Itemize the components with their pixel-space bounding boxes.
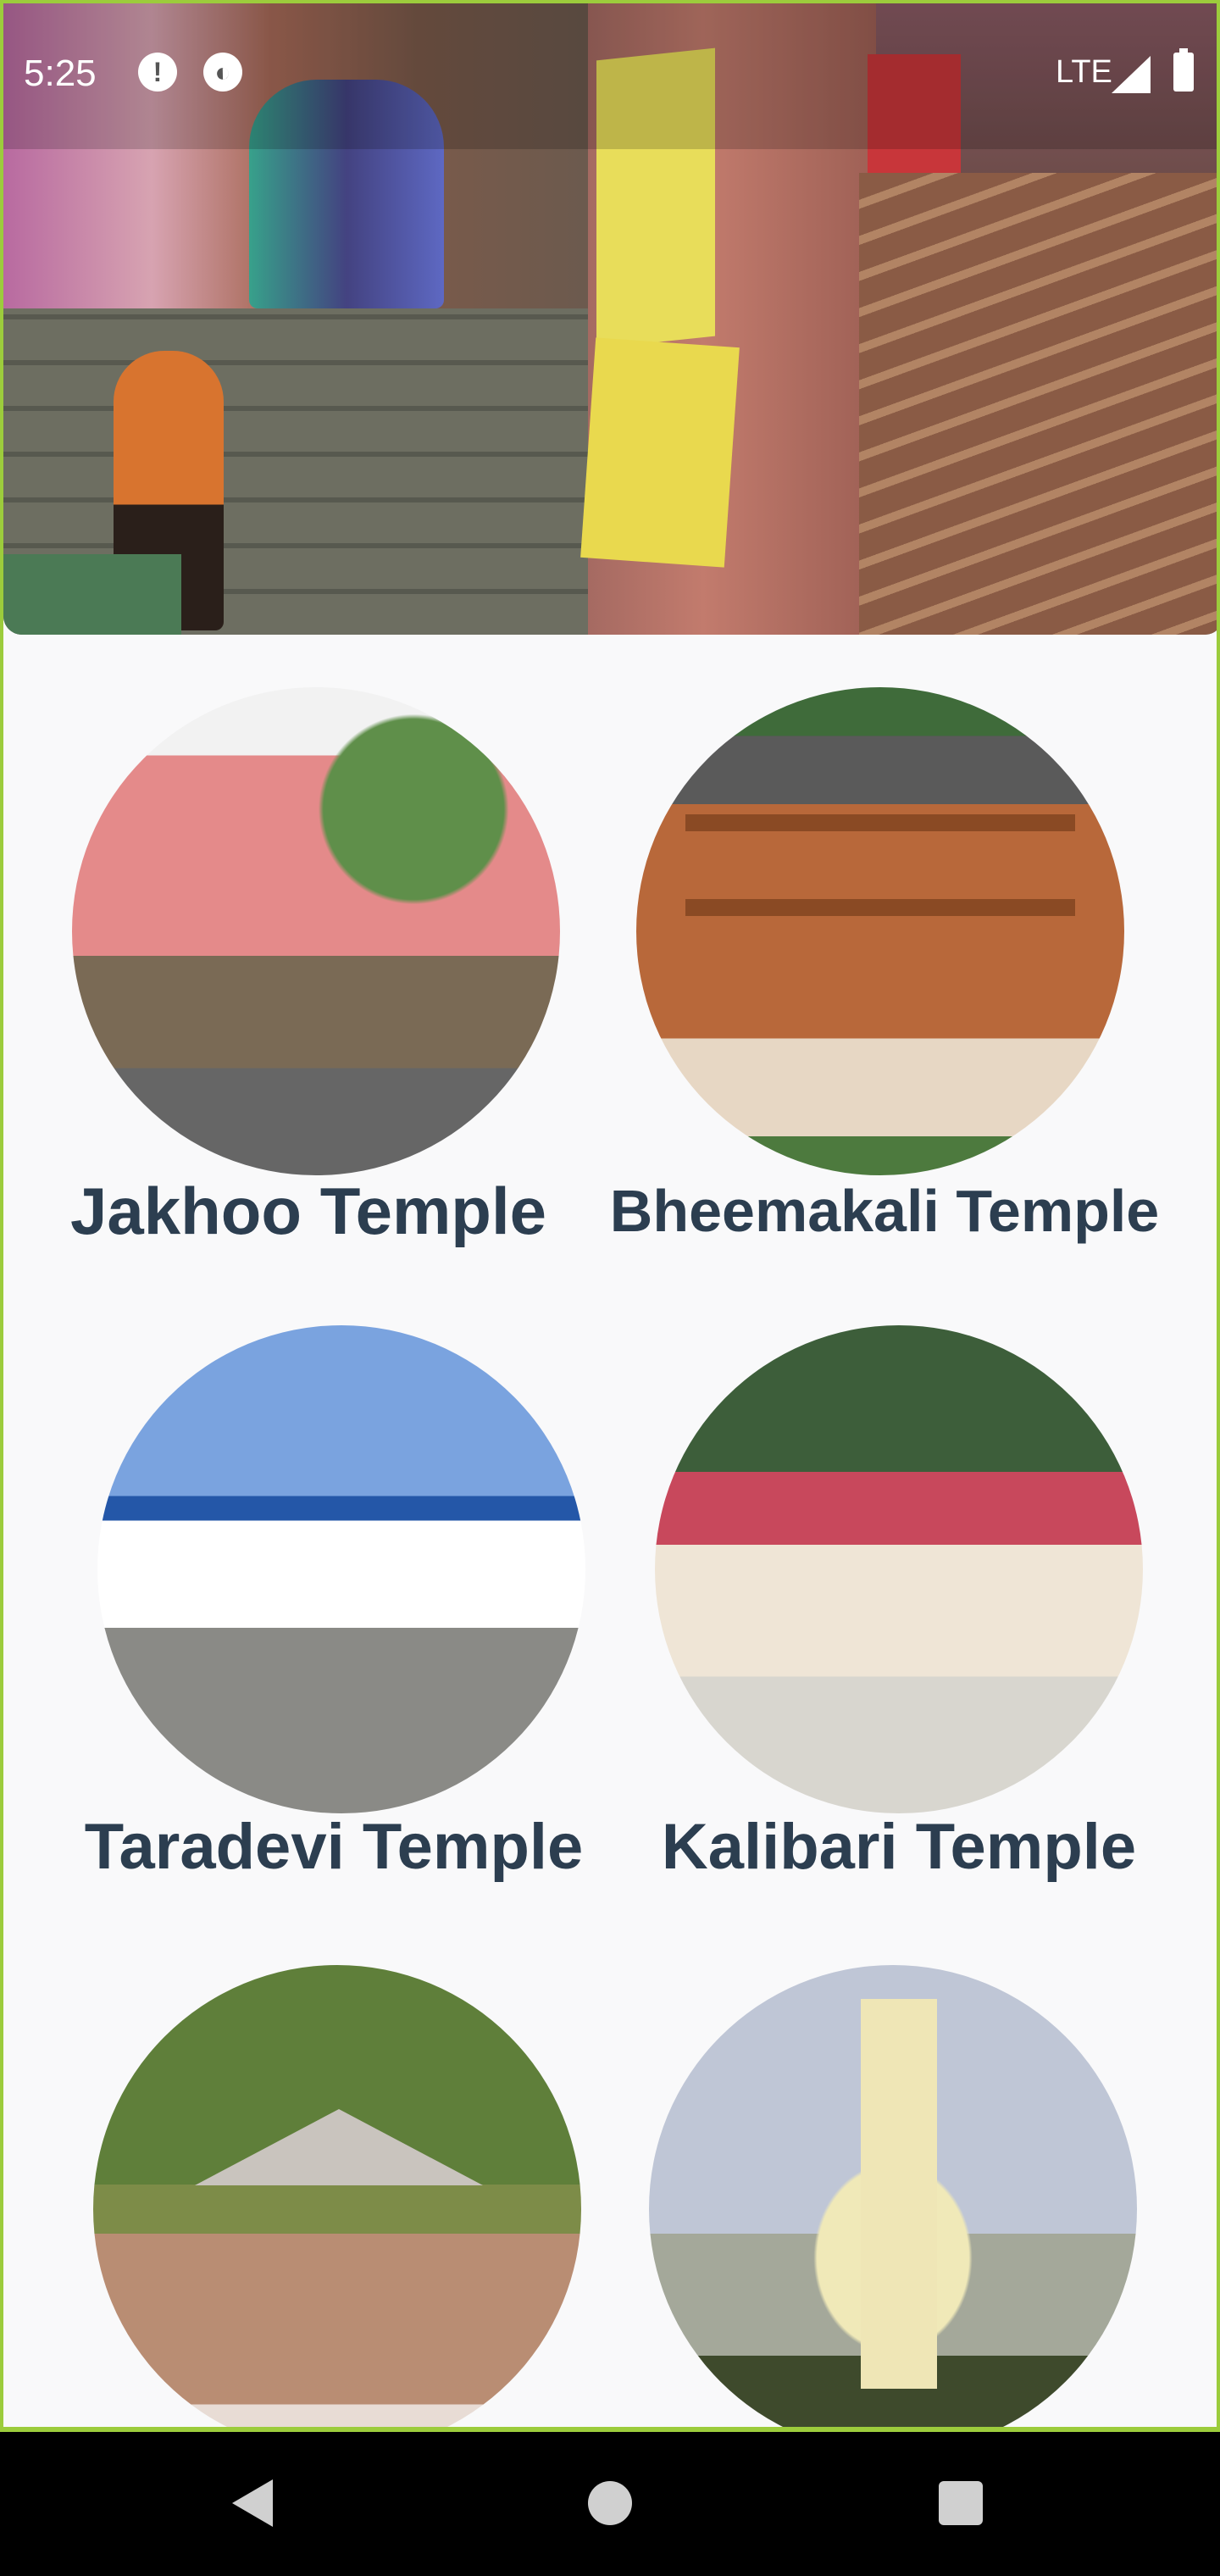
temple-card-jakhoo[interactable]: Jakhoo Temple xyxy=(54,677,563,1270)
temple-title: Kalibari Temple xyxy=(661,1811,1137,1883)
home-icon[interactable] xyxy=(588,2481,632,2525)
status-bar: 5:25 ! ◐ LTE xyxy=(0,0,1220,146)
temple-image[interactable] xyxy=(93,1965,581,2427)
temple-card-bheemakali[interactable]: Bheemakali Temple xyxy=(610,677,1159,1270)
status-time: 5:25 xyxy=(24,53,97,94)
temple-title: Taradevi Temple xyxy=(84,1811,584,1883)
temple-image[interactable] xyxy=(655,1325,1143,1813)
temple-card-hatu[interactable] xyxy=(75,1957,584,2427)
church-card[interactable] xyxy=(639,1957,1147,2427)
app-screen: Jakhoo Temple Bheemakali Temple Taradevi… xyxy=(0,0,1220,2432)
temple-image[interactable] xyxy=(97,1325,585,1813)
back-icon[interactable] xyxy=(232,2479,273,2527)
temple-image[interactable] xyxy=(636,687,1124,1175)
battery-icon xyxy=(1173,48,1194,92)
alert-icon: ! xyxy=(138,53,177,92)
navigation-bar xyxy=(0,2432,1220,2576)
network-type: LTE xyxy=(1056,54,1112,90)
temple-title: Bheemakali Temple xyxy=(609,1178,1160,1244)
temple-card-taradevi[interactable]: Taradevi Temple xyxy=(80,1317,588,1910)
recents-icon[interactable] xyxy=(939,2481,983,2525)
temple-title: Jakhoo Temple xyxy=(69,1174,547,1248)
signal-icon xyxy=(1112,56,1151,93)
app-notification-icon: ◐ xyxy=(203,53,242,92)
temple-image[interactable] xyxy=(72,687,560,1175)
temple-card-kalibari[interactable]: Kalibari Temple xyxy=(645,1317,1153,1910)
church-image[interactable] xyxy=(649,1965,1137,2427)
